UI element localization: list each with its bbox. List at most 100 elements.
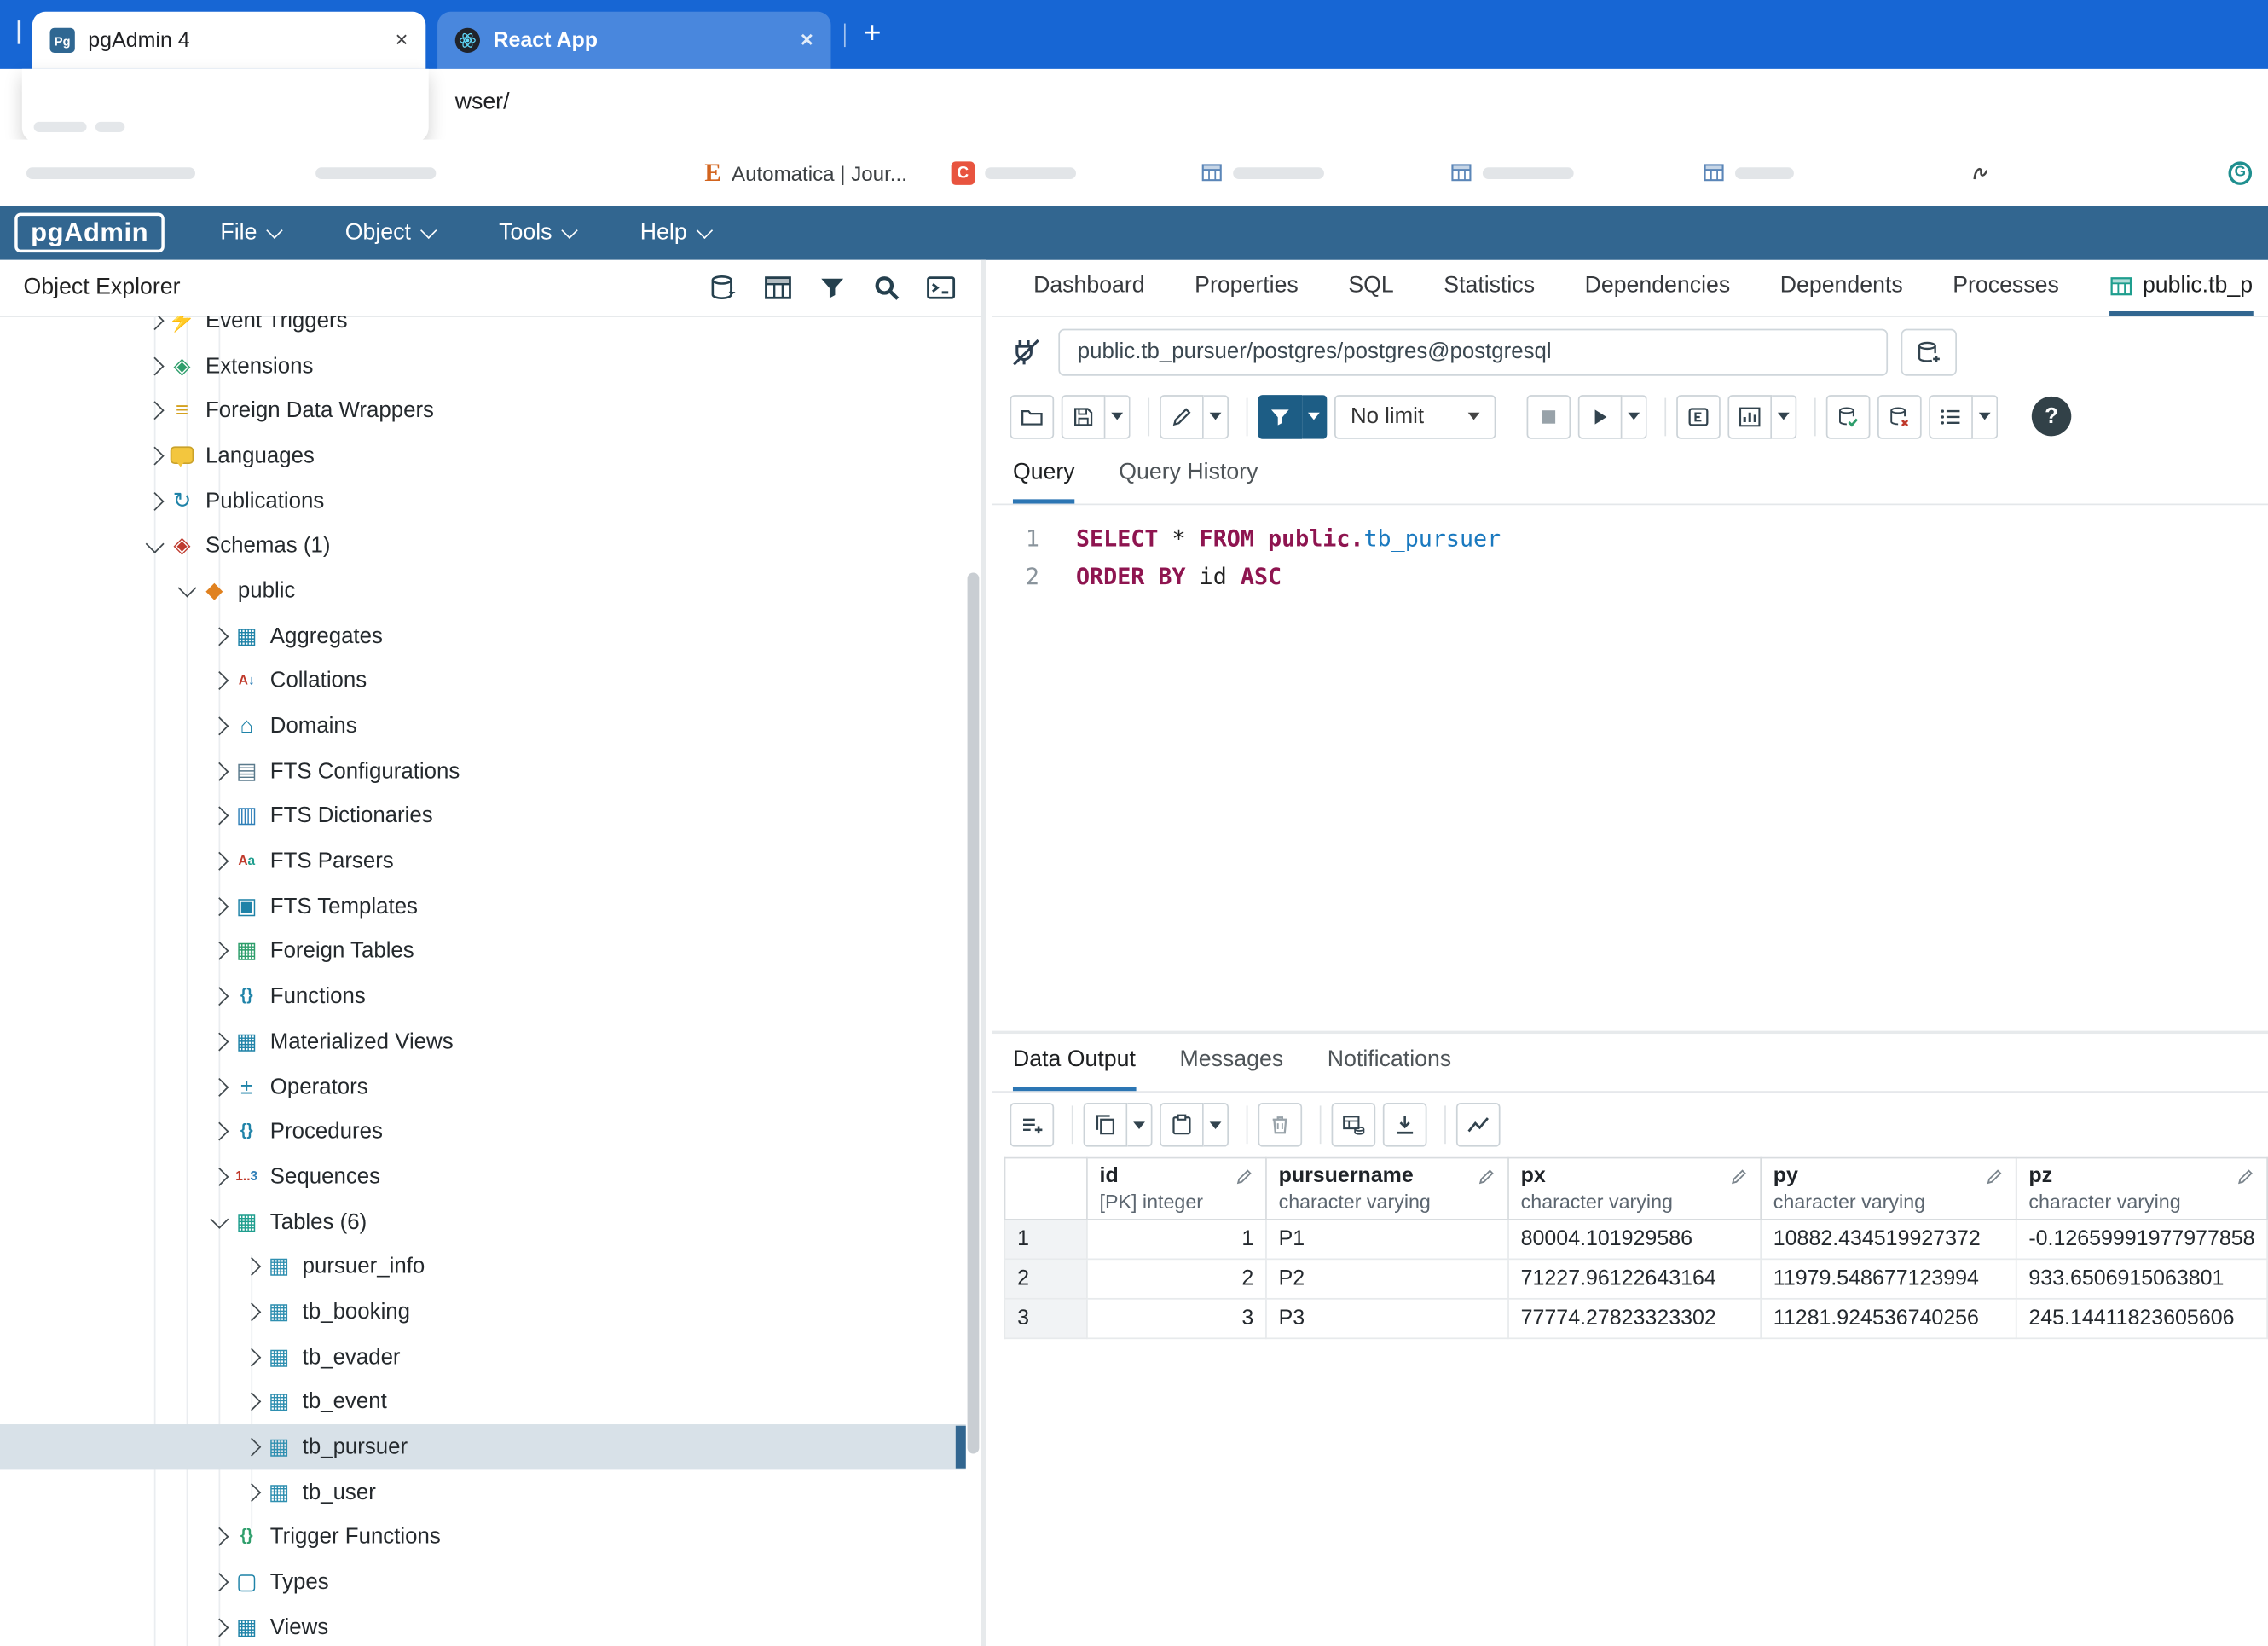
tree-item-extensions[interactable]: ◈Extensions xyxy=(0,343,966,388)
chevron-right-icon[interactable] xyxy=(241,1393,260,1411)
filtered-rows-button[interactable] xyxy=(816,272,848,304)
macros-button[interactable] xyxy=(1929,394,1973,438)
tab-processes[interactable]: Processes xyxy=(1953,260,2059,316)
edit-button-dropdown[interactable] xyxy=(1204,394,1229,438)
tree-item-tb-event[interactable]: ▦tb_event xyxy=(0,1380,966,1425)
menu-object[interactable]: Object xyxy=(345,219,435,246)
menu-tools[interactable]: Tools xyxy=(499,219,576,246)
help-button[interactable]: ? xyxy=(2032,397,2071,436)
column-header-py[interactable]: pycharacter varying xyxy=(1761,1158,2016,1220)
chevron-right-icon[interactable] xyxy=(210,852,229,871)
view-data-button[interactable] xyxy=(762,272,795,304)
tree-item-materialized-views[interactable]: ▦Materialized Views xyxy=(0,1019,966,1064)
graph-visualiser-button[interactable] xyxy=(1456,1103,1501,1147)
sql-code[interactable]: SELECT * FROM public.tb_pursuerORDER BY … xyxy=(1076,519,1501,596)
chevron-right-icon[interactable] xyxy=(210,1077,229,1096)
chevron-right-icon[interactable] xyxy=(210,1032,229,1051)
cell-pursuername[interactable]: P1 xyxy=(1266,1220,1508,1259)
paste-button-dropdown[interactable] xyxy=(1204,1103,1229,1147)
tab-statistics[interactable]: Statistics xyxy=(1444,260,1535,316)
bookmark-item[interactable]: EAutomatica | Jour... xyxy=(704,140,906,206)
chevron-right-icon[interactable] xyxy=(210,1527,229,1546)
explain-analyze-button-dropdown[interactable] xyxy=(1772,394,1796,438)
save-file-button[interactable] xyxy=(1062,394,1106,438)
tree-item-tb-booking[interactable]: ▦tb_booking xyxy=(0,1290,966,1335)
bookmark-item[interactable]: C xyxy=(952,140,1076,206)
tree-item-foreign-tables[interactable]: ▦Foreign Tables xyxy=(0,929,966,974)
cell-px[interactable]: 77774.27823323302 xyxy=(1508,1299,1761,1338)
search-objects-button[interactable] xyxy=(871,272,903,304)
quick-connect-button[interactable] xyxy=(708,272,740,304)
tree-item-views[interactable]: ▦Views xyxy=(0,1605,966,1646)
menu-file[interactable]: File xyxy=(220,219,281,246)
filter-button[interactable] xyxy=(1258,394,1302,438)
tab-dependents[interactable]: Dependents xyxy=(1780,260,1903,316)
tab-query[interactable]: Query xyxy=(1013,446,1075,503)
tree-item-collations[interactable]: A↓Collations xyxy=(0,658,966,704)
column-header-pz[interactable]: pzcharacter varying xyxy=(2016,1158,2267,1220)
connection-status-icon[interactable] xyxy=(1007,333,1045,371)
tree-item-foreign-data-wrappers[interactable]: ≡Foreign Data Wrappers xyxy=(0,388,966,433)
tree-item-aggregates[interactable]: ▦Aggregates xyxy=(0,613,966,658)
tree-item-operators[interactable]: ±Operators xyxy=(0,1064,966,1110)
cell-id[interactable]: 2 xyxy=(1087,1259,1266,1298)
cell-px[interactable]: 71227.96122643164 xyxy=(1508,1259,1761,1298)
explain-button[interactable] xyxy=(1676,394,1721,438)
tree-item-tb-evader[interactable]: ▦tb_evader xyxy=(0,1335,966,1380)
copy-button-dropdown[interactable] xyxy=(1127,1103,1152,1147)
column-header-pursuername[interactable]: pursuernamecharacter varying xyxy=(1266,1158,1508,1220)
cell-pz[interactable]: -0.12659991977977858 xyxy=(2016,1220,2267,1259)
tree-item-tb-user[interactable]: ▦tb_user xyxy=(0,1469,966,1515)
close-tab-icon[interactable]: × xyxy=(801,28,813,53)
tree-item-functions[interactable]: {}Functions xyxy=(0,974,966,1019)
cell-px[interactable]: 80004.101929586 xyxy=(1508,1220,1761,1259)
bookmark-item[interactable] xyxy=(315,140,436,206)
column-header-id[interactable]: id[PK] integer xyxy=(1087,1158,1266,1220)
save-data-button[interactable] xyxy=(1332,1103,1376,1147)
cell-pz[interactable]: 245.14411823605606 xyxy=(2016,1299,2267,1338)
cell-py[interactable]: 10882.434519927372 xyxy=(1761,1220,2016,1259)
grid-corner-cell[interactable] xyxy=(1004,1158,1086,1220)
browser-tab-pgadmin[interactable]: Pg pgAdmin 4 × xyxy=(32,12,425,69)
tree-item-schemas-1[interactable]: ◈Schemas (1) xyxy=(0,524,966,569)
new-tab-button[interactable]: + xyxy=(863,16,881,51)
cell-pursuername[interactable]: P3 xyxy=(1266,1299,1508,1338)
save-file-button-dropdown[interactable] xyxy=(1105,394,1130,438)
tab-query-history[interactable]: Query History xyxy=(1119,446,1258,503)
filter-button-dropdown[interactable] xyxy=(1302,394,1327,438)
tab-query-tool-active[interactable]: public.tb_p xyxy=(2109,260,2253,316)
bookmark-item[interactable] xyxy=(26,140,195,206)
chevron-right-icon[interactable] xyxy=(241,1302,260,1321)
edit-button[interactable] xyxy=(1160,394,1204,438)
execute-button-dropdown[interactable] xyxy=(1622,394,1646,438)
bookmark-item[interactable] xyxy=(1970,140,1993,206)
new-connection-button[interactable] xyxy=(1901,328,1957,375)
menu-help[interactable]: Help xyxy=(640,219,710,246)
chevron-right-icon[interactable] xyxy=(210,1618,229,1637)
chevron-right-icon[interactable] xyxy=(210,762,229,780)
bookmark-item[interactable] xyxy=(1703,140,1794,206)
chevron-right-icon[interactable] xyxy=(210,897,229,916)
chevron-right-icon[interactable] xyxy=(210,1122,229,1141)
chevron-right-icon[interactable] xyxy=(210,716,229,735)
chevron-right-icon[interactable] xyxy=(210,1168,229,1186)
bookmark-item[interactable] xyxy=(1201,140,1324,206)
tree-item-fts-parsers[interactable]: AaFTS Parsers xyxy=(0,839,966,884)
cell-py[interactable]: 11979.548677123994 xyxy=(1761,1259,2016,1298)
tree-item-public[interactable]: ◆public xyxy=(0,569,966,614)
tree-item-procedures[interactable]: {}Procedures xyxy=(0,1110,966,1155)
chevron-right-icon[interactable] xyxy=(210,807,229,826)
cell-pz[interactable]: 933.6506915063801 xyxy=(2016,1259,2267,1298)
commit-button[interactable] xyxy=(1826,394,1871,438)
tree-item-types[interactable]: ▢Types xyxy=(0,1560,966,1605)
tab-dashboard[interactable]: Dashboard xyxy=(1033,260,1145,316)
chevron-down-icon[interactable] xyxy=(145,535,164,553)
add-row-button[interactable] xyxy=(1010,1103,1055,1147)
row-limit-select[interactable]: No limit xyxy=(1334,394,1496,438)
delete-row-button[interactable] xyxy=(1258,1103,1302,1147)
scrollbar-thumb[interactable] xyxy=(968,572,980,1453)
chevron-right-icon[interactable] xyxy=(145,446,164,465)
tree-item-fts-configurations[interactable]: ▤FTS Configurations xyxy=(0,749,966,794)
chevron-right-icon[interactable] xyxy=(241,1348,260,1366)
tab-sql[interactable]: SQL xyxy=(1348,260,1393,316)
